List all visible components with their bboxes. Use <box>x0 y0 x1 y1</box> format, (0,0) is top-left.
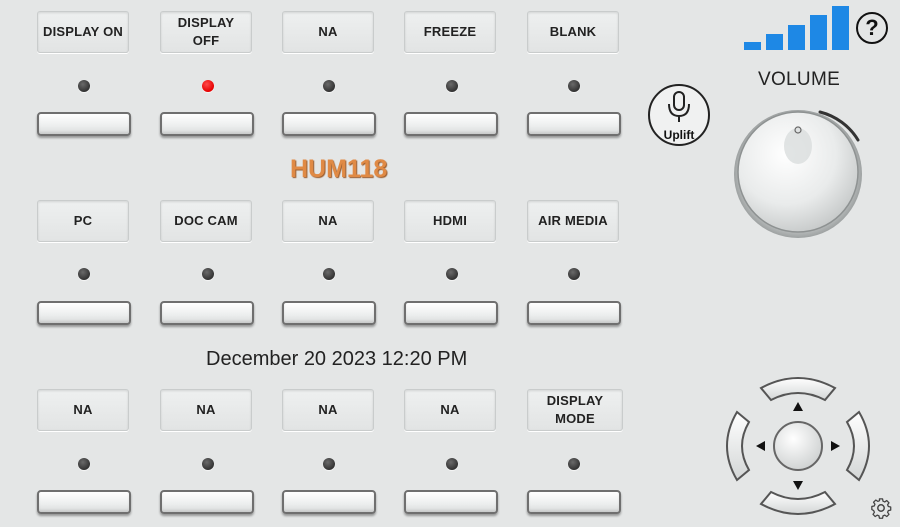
led-na-3 <box>78 458 90 470</box>
label-display-mode: DISPLAY MODE <box>527 389 623 431</box>
display-off-button[interactable] <box>160 112 254 136</box>
label-na-6: NA <box>404 389 496 431</box>
help-icon[interactable]: ? <box>856 12 888 44</box>
label-hdmi: HDMI <box>404 200 496 242</box>
air-media-button[interactable] <box>527 301 621 325</box>
led-hdmi <box>446 268 458 280</box>
pc-button[interactable] <box>37 301 131 325</box>
label-blank: BLANK <box>527 11 619 53</box>
arrow-right-icon <box>831 441 840 451</box>
dpad-select-button[interactable] <box>773 421 823 471</box>
led-na-6 <box>446 458 458 470</box>
na-button-6[interactable] <box>404 490 498 514</box>
na-button-5[interactable] <box>282 490 376 514</box>
label-pc: PC <box>37 200 129 242</box>
mic-label: Uplift <box>663 128 695 142</box>
na-button-4[interactable] <box>160 490 254 514</box>
signal-strength-icon <box>744 6 849 50</box>
led-display-on <box>78 80 90 92</box>
dpad-right-button[interactable] <box>845 410 870 482</box>
arrow-down-icon <box>793 481 803 490</box>
label-display-off: DISPLAY OFF <box>160 11 252 53</box>
dpad-left-button[interactable] <box>726 410 751 482</box>
label-na-5: NA <box>282 389 374 431</box>
led-display-off <box>202 80 214 92</box>
led-na-4 <box>202 458 214 470</box>
led-na-2 <box>323 268 335 280</box>
hdmi-button[interactable] <box>404 301 498 325</box>
directional-pad <box>723 374 873 518</box>
led-air-media <box>568 268 580 280</box>
volume-knob[interactable] <box>728 100 868 240</box>
uplift-mic-button[interactable]: Uplift <box>643 82 715 148</box>
dpad-down-button[interactable] <box>759 490 837 515</box>
label-doc-cam: DOC CAM <box>160 200 252 242</box>
led-blank <box>568 80 580 92</box>
label-na-1: NA <box>282 11 374 53</box>
na-button-1[interactable] <box>282 112 376 136</box>
display-mode-button[interactable] <box>527 490 621 514</box>
label-na-2: NA <box>282 200 374 242</box>
label-air-media: AIR MEDIA <box>527 200 619 242</box>
label-na-3: NA <box>37 389 129 431</box>
freeze-button[interactable] <box>404 112 498 136</box>
blank-button[interactable] <box>527 112 621 136</box>
arrow-up-icon <box>793 402 803 411</box>
led-na-5 <box>323 458 335 470</box>
room-name: HUM118 <box>290 155 388 183</box>
led-doc-cam <box>202 268 214 280</box>
dpad-up-button[interactable] <box>759 377 837 402</box>
display-on-button[interactable] <box>37 112 131 136</box>
led-freeze <box>446 80 458 92</box>
doc-cam-button[interactable] <box>160 301 254 325</box>
na-button-2[interactable] <box>282 301 376 325</box>
gear-icon[interactable] <box>870 497 892 519</box>
date-time: December 20 2023 12:20 PM <box>206 348 468 370</box>
volume-label: VOLUME <box>758 69 841 90</box>
label-display-on: DISPLAY ON <box>37 11 129 53</box>
led-pc <box>78 268 90 280</box>
arrow-left-icon <box>756 441 765 451</box>
led-display-mode <box>568 458 580 470</box>
label-freeze: FREEZE <box>404 11 496 53</box>
label-na-4: NA <box>160 389 252 431</box>
na-button-3[interactable] <box>37 490 131 514</box>
led-na-1 <box>323 80 335 92</box>
